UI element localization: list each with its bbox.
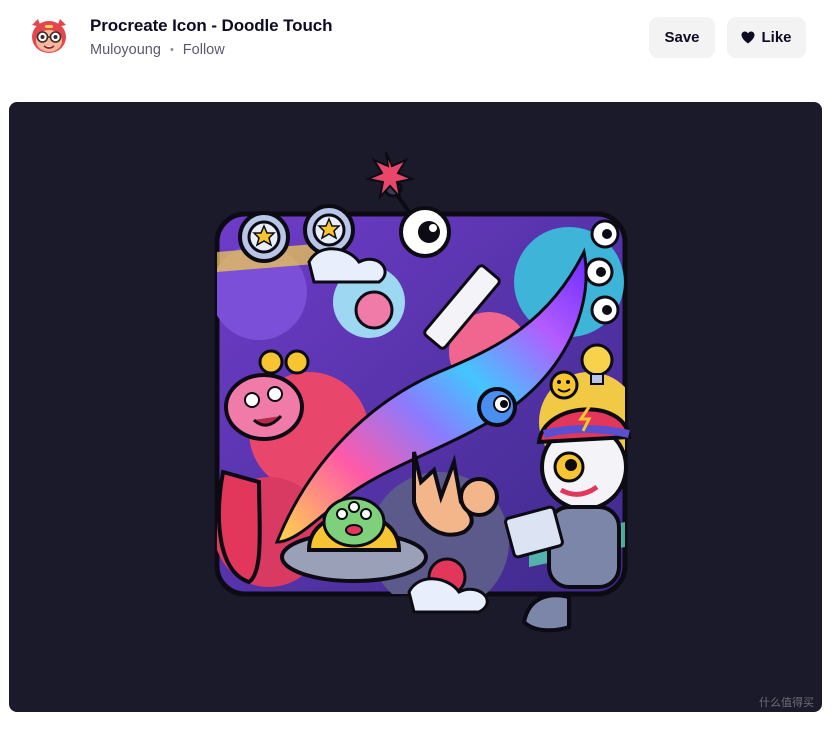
like-button-label: Like <box>761 29 792 46</box>
heart-icon <box>741 31 755 44</box>
shot-title: Procreate Icon - Doodle Touch <box>90 16 333 35</box>
shot-image[interactable]: 什么值得买 <box>9 102 822 712</box>
author-link[interactable]: Muloyoung <box>90 42 161 58</box>
watermark-text: 什么值得买 <box>759 697 814 709</box>
avatar-icon <box>26 13 72 59</box>
like-button[interactable]: Like <box>727 17 806 58</box>
save-button-label: Save <box>664 29 700 46</box>
doodle-artwork <box>214 151 632 633</box>
avatar[interactable] <box>26 13 72 59</box>
shot-header: Procreate Icon - Doodle Touch Muloyoung … <box>0 0 840 90</box>
meta-separator: • <box>169 44 174 56</box>
shot-meta: Muloyoung • Follow <box>90 42 225 58</box>
follow-link[interactable]: Follow <box>183 42 225 58</box>
save-button[interactable]: Save <box>649 17 715 58</box>
